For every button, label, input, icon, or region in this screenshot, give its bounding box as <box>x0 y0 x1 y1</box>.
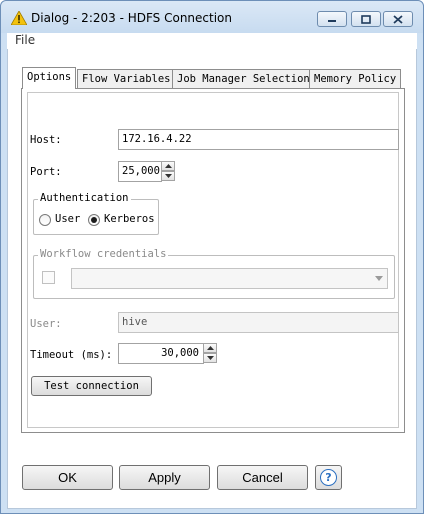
port-increment-button[interactable] <box>161 161 175 171</box>
apply-button[interactable]: Apply <box>119 465 210 490</box>
port-label: Port: <box>30 166 62 178</box>
cancel-button[interactable]: Cancel <box>217 465 308 490</box>
close-icon <box>393 14 403 24</box>
workflow-credentials-select[interactable] <box>71 268 388 289</box>
timeout-decrement-button[interactable] <box>203 353 217 363</box>
minimize-button[interactable] <box>317 11 347 27</box>
spin-down-icon <box>206 356 214 360</box>
maximize-button[interactable] <box>351 11 381 27</box>
dialog-window: Dialog - 2:203 - HDFS Connection File Op… <box>0 0 424 514</box>
maximize-icon <box>361 14 371 24</box>
authentication-group: Authentication User Kerberos <box>33 192 159 235</box>
warning-triangle-icon <box>11 11 27 25</box>
timeout-label: Timeout (ms): <box>30 349 113 361</box>
port-stepper[interactable] <box>161 161 175 182</box>
tab-flow-variables[interactable]: Flow Variables <box>77 69 176 88</box>
window-title: Dialog - 2:203 - HDFS Connection <box>31 11 233 25</box>
authentication-title: Authentication <box>38 192 131 204</box>
ok-button[interactable]: OK <box>22 465 113 490</box>
menu-bar: File <box>7 33 417 49</box>
tab-memory-policy[interactable]: Memory Policy <box>309 69 402 88</box>
spin-up-icon <box>164 164 172 168</box>
user-label: User: <box>30 318 62 330</box>
minimize-icon <box>328 20 336 22</box>
host-input[interactable]: 172.16.4.22 <box>118 129 399 150</box>
client-area: Options Flow Variables Job Manager Selec… <box>7 49 417 509</box>
help-button[interactable]: ? <box>315 465 342 490</box>
timeout-increment-button[interactable] <box>203 343 217 353</box>
options-panel: Host: 172.16.4.22 Port: 25,000 Authentic… <box>21 88 405 433</box>
spin-down-icon <box>164 174 172 178</box>
menu-file[interactable]: File <box>15 33 35 47</box>
spin-up-icon <box>206 346 214 350</box>
auth-kerberos-radio[interactable] <box>88 214 100 226</box>
auth-user-label[interactable]: User <box>55 213 80 225</box>
title-bar[interactable]: Dialog - 2:203 - HDFS Connection <box>1 1 423 33</box>
chevron-down-icon <box>375 276 383 281</box>
close-button[interactable] <box>383 11 413 27</box>
port-decrement-button[interactable] <box>161 171 175 181</box>
options-inner-border: Host: 172.16.4.22 Port: 25,000 Authentic… <box>27 92 399 428</box>
tab-options[interactable]: Options <box>22 67 77 89</box>
timeout-input[interactable]: 30,000 <box>118 343 204 364</box>
host-label: Host: <box>30 134 62 146</box>
workflow-credentials-title: Workflow credentials <box>38 248 169 260</box>
port-input[interactable]: 25,000 <box>118 161 162 182</box>
user-input[interactable]: hive <box>118 312 399 333</box>
help-icon: ? <box>320 469 337 486</box>
test-connection-button[interactable]: Test connection <box>31 376 152 396</box>
auth-user-radio[interactable] <box>39 214 51 226</box>
timeout-stepper[interactable] <box>203 343 217 364</box>
auth-kerberos-label[interactable]: Kerberos <box>104 213 155 225</box>
workflow-credentials-group: Workflow credentials <box>33 248 395 299</box>
workflow-credentials-checkbox[interactable] <box>42 271 55 284</box>
tab-job-manager-selection[interactable]: Job Manager Selection <box>172 69 315 88</box>
